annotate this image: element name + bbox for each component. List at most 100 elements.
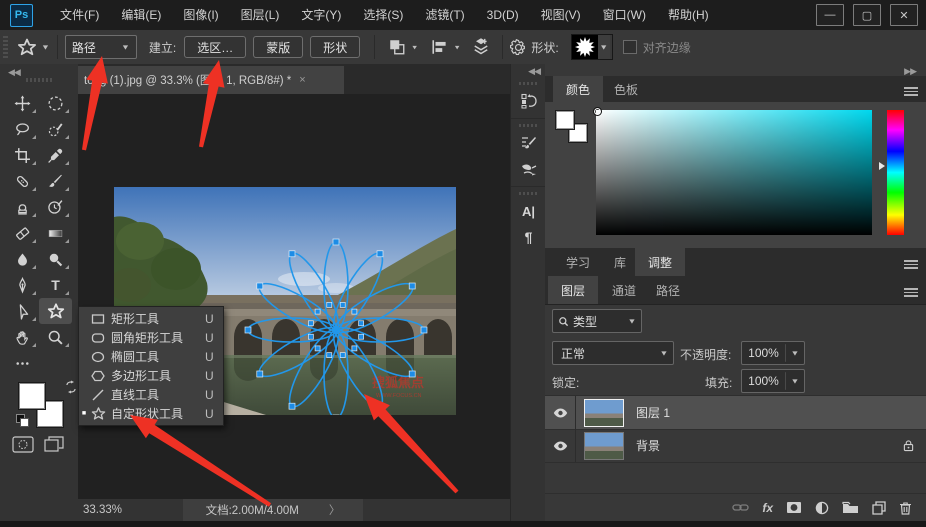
make-shape-button[interactable]: 形状 <box>310 36 361 58</box>
hue-slider-marker[interactable] <box>879 162 885 170</box>
path-arrangement-icon[interactable] <box>471 37 491 57</box>
tool-mode-dropdown[interactable]: 路径 ▼ <box>64 35 137 59</box>
panel-menu-icon[interactable] <box>904 85 918 98</box>
maximize-button[interactable]: ▢ <box>853 4 881 26</box>
menu-edit[interactable]: 编辑(E) <box>110 0 172 30</box>
flyout-item-ellipse-tool[interactable]: 椭圆工具 U <box>79 347 223 366</box>
align-edges-checkbox[interactable] <box>622 40 637 54</box>
layer-filter-dropdown[interactable]: 类型 ▼ <box>552 309 642 333</box>
menu-type[interactable]: 文字(Y) <box>290 0 352 30</box>
blur-tool[interactable] <box>6 246 39 272</box>
expand-panels-icon[interactable]: ◀◀ <box>511 64 546 77</box>
dodge-tool[interactable] <box>39 246 72 272</box>
layer-style-icon[interactable]: fx <box>762 501 773 515</box>
menu-filter[interactable]: 滤镜(T) <box>414 0 475 30</box>
delete-layer-icon[interactable] <box>899 501 912 515</box>
crop-tool[interactable] <box>6 142 39 168</box>
menu-window[interactable]: 窗口(W) <box>592 0 657 30</box>
tab-channels[interactable]: 通道 <box>599 276 649 304</box>
paragraph-panel-icon[interactable]: ¶ <box>511 224 546 250</box>
minimize-button[interactable]: — <box>816 4 844 26</box>
color-cursor-icon[interactable] <box>593 107 602 116</box>
gradient-tool[interactable] <box>39 220 72 246</box>
make-selection-button[interactable]: 选区… <box>184 36 247 58</box>
zoom-tool[interactable] <box>39 324 72 350</box>
zoom-level[interactable]: 33.33% <box>83 504 143 516</box>
layer-name[interactable]: 背景 <box>636 437 660 454</box>
edit-toolbar-button[interactable] <box>6 350 39 376</box>
close-tab-icon[interactable]: × <box>299 74 305 86</box>
saturation-brightness-field[interactable] <box>596 110 872 235</box>
tab-swatches[interactable]: 色板 <box>601 76 651 102</box>
hue-slider[interactable] <box>887 110 904 235</box>
screen-mode-button[interactable] <box>44 436 64 453</box>
canvas[interactable]: 搜狐焦点 WWW.FOCUS.CN <box>78 94 510 499</box>
flyout-item-rounded-rectangle-tool[interactable]: 圆角矩形工具 U <box>79 328 223 347</box>
tab-layers[interactable]: 图层 <box>548 276 599 304</box>
eraser-tool[interactable] <box>6 220 39 246</box>
marquee-tool[interactable] <box>39 90 72 116</box>
quick-mask-button[interactable] <box>12 436 34 453</box>
menu-image[interactable]: 图像(I) <box>172 0 229 30</box>
tool-preset-picker[interactable]: ▼ <box>17 37 50 57</box>
tab-libraries[interactable]: 库 <box>601 248 639 276</box>
brush-settings-panel-icon[interactable] <box>511 130 546 156</box>
flyout-item-rectangle-tool[interactable]: 矩形工具 U <box>79 309 223 328</box>
history-brush-tool[interactable] <box>39 194 72 220</box>
layer-row-layer1[interactable]: 图层 1 <box>545 396 926 430</box>
panel-menu-icon[interactable] <box>904 286 918 299</box>
layer-row-background[interactable]: 背景 <box>545 429 926 463</box>
path-selection-tool[interactable] <box>6 298 39 324</box>
shape-picker[interactable]: ▼ <box>570 34 613 60</box>
tab-paths[interactable]: 路径 <box>643 276 693 304</box>
tab-learn[interactable]: 学习 <box>553 248 603 276</box>
fill-field[interactable]: 100% ▼ <box>741 369 805 393</box>
link-layers-icon[interactable] <box>732 503 749 512</box>
make-mask-button[interactable]: 蒙版 <box>253 36 304 58</box>
custom-shape-tool[interactable] <box>39 298 72 324</box>
opacity-field[interactable]: 100% ▼ <box>741 341 805 365</box>
gear-icon[interactable] <box>510 38 527 56</box>
eyedropper-tool[interactable] <box>39 142 72 168</box>
new-group-icon[interactable] <box>842 501 859 514</box>
menu-3d[interactable]: 3D(D) <box>476 0 530 30</box>
layer-thumbnail[interactable] <box>584 431 624 460</box>
foreground-color-swatch[interactable] <box>18 382 46 410</box>
pen-tool[interactable] <box>6 272 39 298</box>
collapse-toolbar-icon[interactable]: ◀◀ <box>8 67 21 78</box>
path-alignment-icon[interactable] <box>431 38 449 56</box>
history-panel-icon[interactable] <box>511 88 546 114</box>
clone-stamp-tool[interactable] <box>6 194 39 220</box>
menu-view[interactable]: 视图(V) <box>530 0 592 30</box>
menu-layer[interactable]: 图层(L) <box>230 0 291 30</box>
new-adjustment-layer-icon[interactable] <box>815 501 829 515</box>
move-tool[interactable] <box>6 90 39 116</box>
tab-color[interactable]: 颜色 <box>553 76 604 102</box>
default-colors-icon[interactable] <box>16 414 29 427</box>
quick-selection-tool[interactable] <box>39 116 72 142</box>
menu-file[interactable]: 文件(F) <box>49 0 110 30</box>
foreground-color-swatch[interactable] <box>555 110 575 130</box>
flyout-item-custom-shape-tool[interactable]: ■ 自定形状工具 U <box>79 404 223 423</box>
flyout-item-line-tool[interactable]: 直线工具 U <box>79 385 223 404</box>
swap-colors-icon[interactable] <box>64 380 78 394</box>
close-button[interactable]: ✕ <box>890 4 918 26</box>
document-info[interactable]: 文档:2.00M/4.00M 〉 <box>183 499 363 521</box>
add-mask-icon[interactable] <box>786 501 802 514</box>
layer-name[interactable]: 图层 1 <box>636 404 670 421</box>
status-chevron-icon[interactable]: 〉 <box>329 502 341 518</box>
lasso-tool[interactable] <box>6 116 39 142</box>
visibility-eye-icon[interactable] <box>545 429 576 462</box>
type-tool[interactable]: T <box>39 272 72 298</box>
visibility-eye-icon[interactable] <box>545 396 576 429</box>
brushes-panel-icon[interactable] <box>511 156 546 182</box>
document-tab[interactable]: tong (1).jpg @ 33.3% (图层 1, RGB/8#) * × <box>78 66 344 94</box>
menu-help[interactable]: 帮助(H) <box>657 0 720 30</box>
blend-mode-dropdown[interactable]: 正常 ▼ <box>552 341 674 365</box>
hand-tool[interactable] <box>6 324 39 350</box>
new-layer-icon[interactable] <box>872 500 886 515</box>
flyout-item-polygon-tool[interactable]: 多边形工具 U <box>79 366 223 385</box>
character-panel-icon[interactable]: A| <box>511 198 546 224</box>
panel-menu-icon[interactable] <box>904 258 918 271</box>
layer-thumbnail[interactable] <box>584 398 624 427</box>
